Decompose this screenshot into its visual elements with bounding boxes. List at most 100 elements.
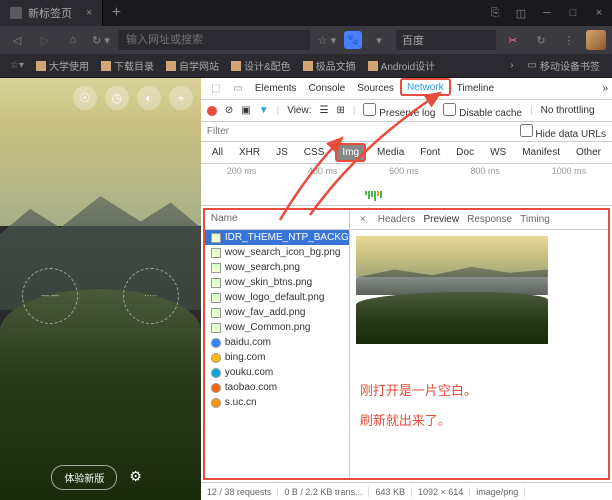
filter-input[interactable] bbox=[207, 126, 520, 137]
home-button[interactable]: ⌂ bbox=[62, 29, 84, 51]
refresh-icon-2[interactable]: ↻ bbox=[530, 29, 552, 51]
annotation-2: 刷新就出来了。 bbox=[360, 410, 451, 429]
status-transfer: 0 B / 2.2 KB trans... bbox=[278, 487, 369, 497]
view-grid-icon[interactable]: ⊞ bbox=[336, 105, 344, 116]
close-detail-icon[interactable]: × bbox=[354, 214, 372, 225]
network-request-row[interactable]: wow_search_icon_bg.png bbox=[205, 245, 349, 260]
network-request-row[interactable]: bing.com bbox=[205, 350, 349, 365]
chevron-right-icon[interactable]: › bbox=[504, 58, 519, 73]
devtools-tab-bar: ⬚ ▭ ElementsConsoleSourcesNetworkTimelin… bbox=[201, 78, 612, 100]
hide-data-urls-checkbox[interactable]: Hide data URLs bbox=[520, 124, 606, 140]
status-type: image/png bbox=[470, 487, 525, 497]
bookmark-star-icon[interactable]: ☆▾ bbox=[6, 55, 28, 77]
devtools-tab-elements[interactable]: Elements bbox=[249, 78, 303, 99]
filter-type-img[interactable]: Img bbox=[335, 143, 366, 162]
filter-type-font[interactable]: Font bbox=[415, 145, 445, 160]
device-icon[interactable]: ▭ bbox=[227, 78, 249, 100]
new-tab-button[interactable]: + bbox=[103, 4, 129, 22]
devtools-tab-network[interactable]: Network bbox=[400, 78, 451, 96]
url-input[interactable] bbox=[118, 30, 310, 50]
new-tab-page: ☉ ◷ ◐ + — — ····· 体验新版 ⚙ bbox=[0, 78, 201, 500]
network-request-row[interactable]: wow_logo_default.png bbox=[205, 290, 349, 305]
menu-icon[interactable]: ⋮ bbox=[558, 29, 580, 51]
filter-icon[interactable]: ▼ bbox=[259, 105, 269, 116]
scissor-icon[interactable]: ✂ bbox=[502, 29, 524, 51]
network-request-row[interactable]: s.uc.cn bbox=[205, 395, 349, 410]
devtools-tab-console[interactable]: Console bbox=[303, 78, 352, 99]
throttle-select[interactable]: No throttling bbox=[541, 105, 595, 116]
plus-icon[interactable]: + bbox=[169, 86, 193, 110]
filter-type-media[interactable]: Media bbox=[372, 145, 409, 160]
detail-tab-response[interactable]: Response bbox=[463, 214, 516, 225]
network-request-row[interactable]: taobao.com bbox=[205, 380, 349, 395]
browser-tab[interactable]: 新标签页 × bbox=[0, 0, 103, 26]
filter-type-css[interactable]: CSS bbox=[299, 145, 330, 160]
more-tabs-icon[interactable]: » bbox=[602, 83, 608, 94]
back-button[interactable]: ◁ bbox=[6, 29, 28, 51]
camera-icon[interactable]: ▣ bbox=[241, 105, 250, 116]
titlebar: 新标签页 × + ⎘ ◫ ─ □ × bbox=[0, 0, 612, 26]
inspect-icon[interactable]: ⬚ bbox=[205, 78, 227, 100]
filter-type-js[interactable]: JS bbox=[271, 145, 293, 160]
filter-type-bar: All XHR JS CSS Img Media Font Doc WS Manifest Othe… bbox=[201, 142, 612, 164]
network-request-row[interactable]: wow_search.png bbox=[205, 260, 349, 275]
status-size: 643 KB bbox=[369, 487, 412, 497]
network-request-row[interactable]: IDR_THEME_NTP_BACKGROUN... bbox=[205, 230, 349, 245]
clone-icon[interactable]: ⎘ bbox=[482, 0, 508, 26]
forward-button[interactable]: ▷ bbox=[34, 29, 56, 51]
bookmark-item[interactable]: 自学网站 bbox=[160, 56, 225, 75]
devtools-panel: ⬚ ▭ ElementsConsoleSourcesNetworkTimelin… bbox=[201, 78, 612, 500]
network-main: Name IDR_THEME_NTP_BACKGROUN...wow_searc… bbox=[203, 208, 610, 480]
settings-gear-icon[interactable]: ⚙ bbox=[129, 468, 149, 488]
detail-tab-headers[interactable]: Headers bbox=[374, 214, 420, 225]
network-request-row[interactable]: wow_fav_add.png bbox=[205, 305, 349, 320]
speed-dial-1[interactable]: — — bbox=[22, 268, 78, 324]
filter-type-manifest[interactable]: Manifest bbox=[517, 145, 565, 160]
name-column-header[interactable]: Name bbox=[205, 210, 349, 230]
devtools-tab-timeline[interactable]: Timeline bbox=[451, 78, 500, 99]
detail-tab-preview[interactable]: Preview bbox=[420, 214, 464, 225]
bookmark-item[interactable]: 极品文摘 bbox=[297, 56, 362, 75]
image-preview bbox=[356, 236, 548, 344]
tab-close-icon[interactable]: × bbox=[86, 7, 92, 19]
palette-icon[interactable]: ◐ bbox=[137, 86, 161, 110]
filter-type-other[interactable]: Other bbox=[571, 145, 606, 160]
star-icon[interactable]: ☆ ▾ bbox=[316, 29, 338, 51]
bookmark-item[interactable]: 下载目录 bbox=[95, 56, 160, 75]
refresh-button[interactable]: ↻ ▾ bbox=[90, 29, 112, 51]
network-request-row[interactable]: wow_skin_btns.png bbox=[205, 275, 349, 290]
network-request-row[interactable]: baidu.com bbox=[205, 335, 349, 350]
network-request-row[interactable]: wow_Common.png bbox=[205, 320, 349, 335]
mobile-bookmarks[interactable]: ▭ 移动设备书签 bbox=[522, 56, 606, 75]
bookmark-item[interactable]: Android设计 bbox=[362, 56, 441, 75]
clock-icon[interactable]: ◷ bbox=[105, 86, 129, 110]
headphone-icon[interactable]: ☉ bbox=[73, 86, 97, 110]
search-engine-icon[interactable]: 🐾 bbox=[344, 31, 362, 49]
bookmark-item[interactable]: 大学使用 bbox=[30, 56, 95, 75]
filter-type-doc[interactable]: Doc bbox=[451, 145, 479, 160]
detail-tab-timing[interactable]: Timing bbox=[516, 214, 554, 225]
bookmark-item[interactable]: 设计&配色 bbox=[225, 56, 297, 75]
filter-type-xhr[interactable]: XHR bbox=[234, 145, 265, 160]
record-button[interactable] bbox=[207, 106, 217, 116]
preserve-log-checkbox[interactable]: Preserve log bbox=[363, 103, 435, 119]
network-request-row[interactable]: youku.com bbox=[205, 365, 349, 380]
devtools-tab-sources[interactable]: Sources bbox=[351, 78, 400, 99]
clear-icon[interactable]: ⊘ bbox=[225, 105, 233, 116]
maximize-button[interactable]: □ bbox=[560, 0, 586, 26]
view-list-icon[interactable]: ☰ bbox=[320, 105, 329, 116]
disable-cache-checkbox[interactable]: Disable cache bbox=[443, 103, 522, 119]
filter-type-ws[interactable]: WS bbox=[485, 145, 511, 160]
network-toolbar: ⊘ ▣ ▼ | View: ☰ ⊞ | Preserve log Disable… bbox=[201, 100, 612, 122]
search-engine-box[interactable]: 百度 bbox=[396, 30, 496, 50]
close-button[interactable]: × bbox=[586, 0, 612, 26]
dropdown-icon[interactable]: ▾ bbox=[368, 29, 390, 51]
status-requests: 12 / 38 requests bbox=[201, 487, 279, 497]
shirt-icon[interactable]: ◫ bbox=[508, 0, 534, 26]
filter-type-all[interactable]: All bbox=[207, 145, 228, 160]
minimize-button[interactable]: ─ bbox=[534, 0, 560, 26]
user-avatar[interactable] bbox=[586, 30, 606, 50]
speed-dial-2[interactable]: ····· bbox=[123, 268, 179, 324]
try-new-button[interactable]: 体验新版 bbox=[51, 465, 117, 490]
timeline[interactable]: 200 ms400 ms600 ms800 ms1000 ms bbox=[201, 164, 612, 206]
